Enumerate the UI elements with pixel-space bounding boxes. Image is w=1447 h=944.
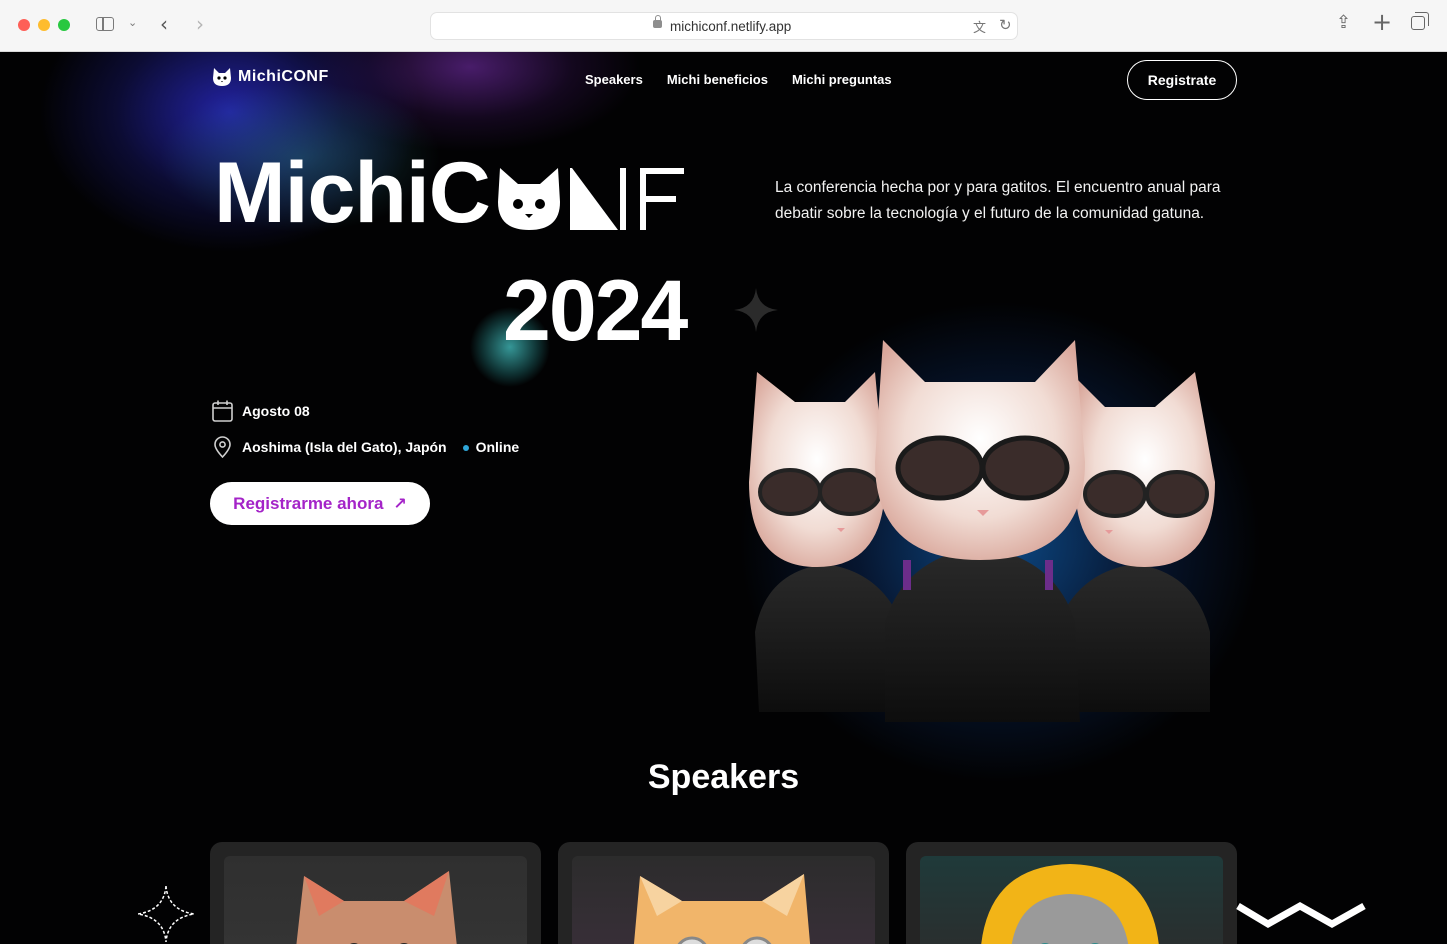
zoom-window-button[interactable] — [58, 19, 70, 31]
back-icon[interactable]: ‹ — [160, 12, 168, 36]
hero-title: MichiC — [214, 150, 686, 236]
browser-toolbar: ⌄ ‹ › michiconf.netlify.app 文 ↻ ⇪ + — [0, 0, 1447, 52]
url-text: michiconf.netlify.app — [670, 19, 792, 34]
share-icon[interactable]: ⇪ — [1336, 12, 1351, 33]
event-date: Agosto 08 — [212, 400, 310, 422]
sidebar-toggle-icon[interactable] — [96, 17, 114, 31]
cat-logo-icon — [213, 68, 231, 86]
speaker-photo — [572, 856, 875, 944]
zigzag-decoration — [1236, 901, 1366, 929]
register-button[interactable]: Registrate — [1127, 60, 1237, 100]
event-location-text: Aoshima (Isla del Gato), Japón — [242, 439, 447, 455]
tab-overview-icon[interactable] — [1411, 12, 1429, 30]
address-bar[interactable]: michiconf.netlify.app 文 ↻ — [430, 12, 1018, 40]
page: MichiCONF Speakers Michi beneficios Mich… — [0, 52, 1447, 944]
hero-title-text: MichiC — [214, 145, 491, 241]
nf-letters-icon — [569, 168, 684, 230]
event-location: Aoshima (Isla del Gato), Japón Online — [212, 436, 519, 458]
logo-text: MichiCONF — [238, 68, 329, 85]
calendar-icon — [212, 400, 233, 422]
event-date-text: Agosto 08 — [242, 403, 310, 419]
arrow-up-right-icon: ↗ — [393, 494, 407, 513]
nav-link-speakers[interactable]: Speakers — [585, 72, 643, 87]
speaker-card[interactable] — [210, 842, 541, 944]
sparkle-outline-icon — [137, 885, 195, 943]
translate-icon[interactable]: 文 — [973, 17, 986, 36]
minimize-window-button[interactable] — [38, 19, 50, 31]
site-logo[interactable]: MichiCONF — [212, 68, 329, 86]
register-now-label: Registrarme ahora — [233, 493, 384, 513]
online-dot-icon — [462, 445, 469, 451]
speakers-heading: Speakers — [647, 758, 800, 796]
chevron-down-icon[interactable]: ⌄ — [128, 16, 137, 29]
close-window-button[interactable] — [18, 19, 30, 31]
reload-icon[interactable]: ↻ — [999, 16, 1012, 34]
new-tab-icon[interactable]: + — [1372, 8, 1392, 36]
lock-icon — [653, 15, 662, 28]
nav-link-michi-preguntas[interactable]: Michi preguntas — [792, 72, 892, 87]
forward-icon[interactable]: › — [196, 12, 204, 36]
hero-year: 2024 — [503, 263, 688, 359]
register-now-button[interactable]: Registrarme ahora ↗ — [210, 482, 430, 525]
sparkle-icon — [734, 288, 778, 332]
event-online-text: Online — [475, 439, 520, 455]
map-pin-icon — [214, 436, 231, 458]
speaker-card[interactable] — [558, 842, 889, 944]
speaker-card[interactable] — [906, 842, 1237, 944]
cat-face-icon — [497, 168, 560, 230]
nav-link-michi-beneficios[interactable]: Michi beneficios — [667, 72, 768, 87]
speaker-photo — [920, 856, 1223, 944]
main-nav: Speakers Michi beneficios Michi pregunta… — [585, 72, 892, 87]
speaker-photo — [224, 856, 527, 944]
hero-cats-image — [749, 340, 1215, 722]
hero-description: La conferencia hecha por y para gatitos.… — [775, 179, 1221, 222]
